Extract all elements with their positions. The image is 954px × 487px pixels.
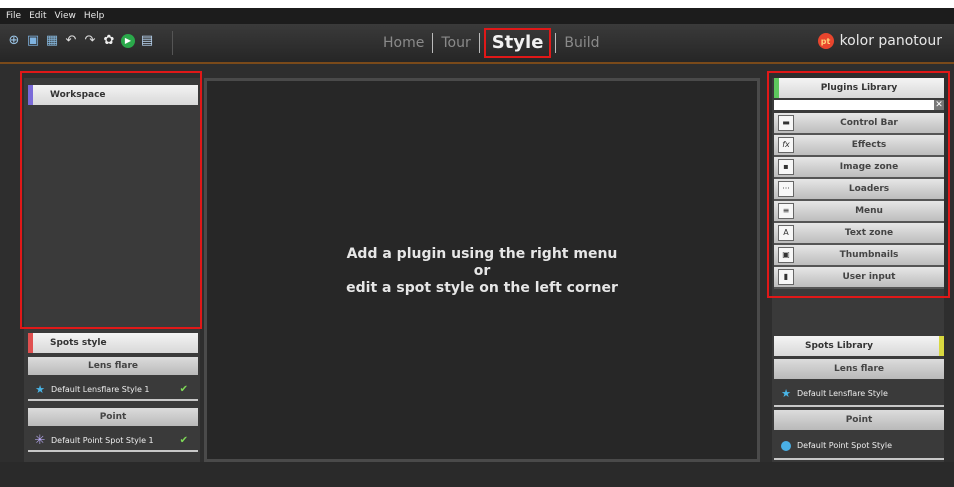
brand: pt kolor panotour [817, 33, 942, 49]
lens-flare-style-label: Default Lensflare Style 1 [51, 384, 150, 394]
lens-flare-library-item[interactable]: ★ Default Lensflare Style [774, 381, 944, 407]
new-tour-icon[interactable]: ⊕ [6, 33, 22, 49]
lens-flare-style-item[interactable]: ★ Default Lensflare Style 1 ✔ [28, 379, 198, 401]
check-icon: ✔ [179, 434, 188, 446]
redo-icon[interactable]: ↷ [82, 33, 98, 49]
point-spot-icon: ✳ [34, 432, 46, 448]
brand-name: kolor panotour [839, 33, 942, 49]
kolor-logo-icon: pt [817, 33, 834, 49]
star-icon: ★ [781, 386, 791, 400]
lens-flare-library-group[interactable]: Lens flare [774, 359, 944, 379]
tab-style[interactable]: Style [483, 28, 552, 58]
save-icon[interactable]: ▣ [25, 33, 41, 49]
menu-file[interactable]: File [6, 11, 21, 21]
menu-bar: File Edit View Help [0, 8, 954, 24]
toolbar-separator [172, 31, 173, 55]
lens-flare-library-label: Default Lensflare Style [797, 388, 888, 398]
top-strip [0, 0, 954, 8]
spots-library-stripe [939, 336, 944, 356]
canvas-message: Add a plugin using the right menu or edi… [207, 246, 757, 297]
check-icon: ✔ [179, 383, 188, 395]
workspace-highlight [20, 71, 202, 329]
canvas-message-line3: edit a spot style on the left corner [346, 280, 618, 296]
lens-flare-group[interactable]: Lens flare [28, 357, 198, 375]
mode-tabs: Home Tour Style Build [375, 28, 608, 58]
menu-view[interactable]: View [55, 11, 76, 21]
preview-canvas[interactable]: Add a plugin using the right menu or edi… [204, 78, 760, 462]
point-library-item[interactable]: Default Point Spot Style [774, 433, 944, 460]
bottom-bar [0, 462, 954, 487]
spots-style-title: Spots style [50, 338, 107, 348]
star-icon: ★ [35, 382, 45, 396]
toolbar: ⊕ ▣ ▦ ↶ ↷ ✿ ▶ ▤ Home Tour Style Build pt… [0, 24, 954, 63]
add-panorama-icon[interactable]: ▦ [44, 33, 60, 49]
point-library-label: Default Point Spot Style [797, 441, 893, 450]
point-spot-icon [778, 440, 794, 451]
menu-help[interactable]: Help [84, 11, 105, 21]
point-style-label: Default Point Spot Style 1 [51, 435, 154, 445]
spots-style-header[interactable]: Spots style [28, 333, 198, 353]
play-icon[interactable]: ▶ [120, 33, 136, 49]
point-style-item[interactable]: ✳ Default Point Spot Style 1 ✔ [28, 430, 198, 452]
tab-separator [478, 33, 480, 53]
canvas-message-line2: or [473, 263, 491, 279]
tab-home[interactable]: Home [375, 35, 432, 51]
point-library-group[interactable]: Point [774, 410, 944, 430]
canvas-message-line1: Add a plugin using the right menu [346, 246, 618, 262]
tab-tour[interactable]: Tour [433, 35, 478, 51]
publish-icon[interactable]: ▤ [139, 33, 155, 49]
spots-library-title: Spots Library [805, 341, 873, 351]
settings-icon[interactable]: ✿ [101, 33, 117, 49]
menu-edit[interactable]: Edit [29, 11, 46, 21]
point-group[interactable]: Point [28, 408, 198, 426]
spots-library-header[interactable]: Spots Library [774, 336, 944, 356]
undo-icon[interactable]: ↶ [63, 33, 79, 49]
plugins-library-highlight [767, 71, 950, 298]
spots-style-stripe [28, 333, 33, 353]
tab-build[interactable]: Build [556, 35, 607, 51]
